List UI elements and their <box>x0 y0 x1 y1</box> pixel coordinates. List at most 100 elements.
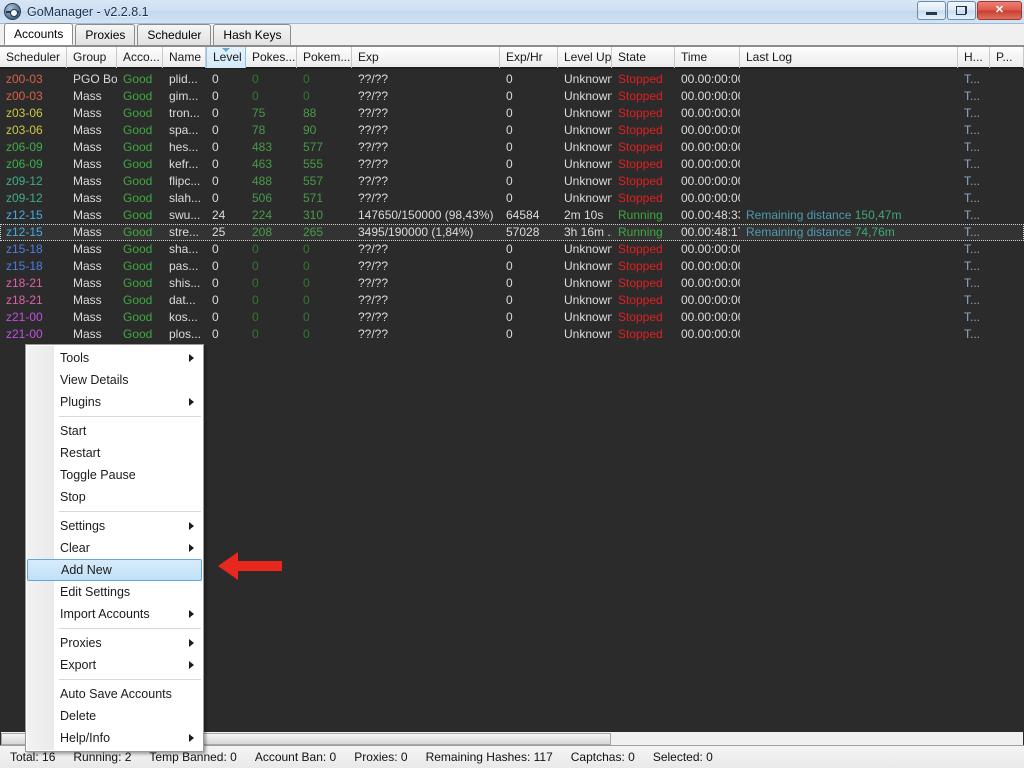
menu-item-export[interactable]: Export <box>26 654 203 676</box>
grid-column-header[interactable]: Exp/Hr <box>500 47 558 68</box>
table-row[interactable]: z00-03 PGO Bot Good plid... 0 0 0 ??/?? 0 Unknown… <box>0 71 1024 88</box>
context-menu[interactable]: Tools View Details Plugins Start Restart Togg… <box>25 344 204 752</box>
table-cell-exphr: 0 <box>506 259 513 273</box>
grid-column-header[interactable]: Group <box>67 47 117 68</box>
menu-item-start[interactable]: Start <box>26 420 203 442</box>
table-row[interactable]: z12-15 Mass Good stre... 25 208 265 3495/190000… <box>0 224 1024 241</box>
table-cell-group: Mass <box>73 276 102 290</box>
table-cell-account: Good <box>123 310 153 324</box>
grid-column-header-label: Exp/Hr <box>506 50 543 64</box>
table-cell-group: Mass <box>73 140 102 154</box>
table-row[interactable]: z09-12 Mass Good flipc... 0 488 557 ??/?? 0 Unkno… <box>0 173 1024 190</box>
submenu-chevron-icon <box>189 354 194 362</box>
tab-proxies[interactable]: Proxies <box>75 24 136 45</box>
grid-column-header[interactable]: H... <box>958 47 990 68</box>
menu-item-add-new[interactable]: Add New <box>27 559 202 581</box>
table-cell-name: tron... <box>169 106 200 120</box>
status-captchas: Captchas: 0 <box>570 750 635 764</box>
table-cell-state: Stopped <box>618 293 663 307</box>
menu-item-clear[interactable]: Clear <box>26 537 203 559</box>
tab-hash-keys[interactable]: Hash Keys <box>213 24 292 45</box>
menu-item-auto-save-accounts[interactable]: Auto Save Accounts <box>26 683 203 705</box>
table-row[interactable]: z06-09 Mass Good kefr... 0 463 555 ??/?? 0 Unknow… <box>0 156 1024 173</box>
table-cell-group: Mass <box>73 225 102 239</box>
minimize-button[interactable] <box>917 1 946 20</box>
table-row[interactable]: z03-06 Mass Good tron... 0 75 88 ??/?? 0 Unknown S… <box>0 105 1024 122</box>
grid-column-header[interactable]: State <box>612 47 675 68</box>
table-cell-time: 00.00:00:00 <box>681 293 740 307</box>
table-row[interactable]: z15-18 Mass Good sha... 0 0 0 ??/?? 0 Unknown Stop… <box>0 241 1024 258</box>
menu-item-edit-settings[interactable]: Edit Settings <box>26 581 203 603</box>
grid-column-header[interactable]: Name <box>163 47 206 68</box>
table-cell-account: Good <box>123 327 153 341</box>
table-cell-hash: T... <box>964 208 981 222</box>
table-cell-account: Good <box>123 72 153 86</box>
table-cell-pokemon: 571 <box>303 191 324 205</box>
table-cell-exphr: 0 <box>506 327 513 341</box>
tab-accounts[interactable]: Accounts <box>4 23 74 45</box>
table-row[interactable]: z18-21 Mass Good dat... 0 0 0 ??/?? 0 Unknown Stop… <box>0 292 1024 309</box>
table-cell-level: 0 <box>212 191 219 205</box>
menu-item-plugins[interactable]: Plugins <box>26 391 203 413</box>
table-cell-lastlog <box>740 326 958 343</box>
menu-item-label: Delete <box>60 709 97 723</box>
grid-column-header[interactable]: Level <box>206 47 246 68</box>
table-cell-hash: T... <box>964 72 981 86</box>
table-row[interactable]: z21-00 Mass Good kos... 0 0 0 ??/?? 0 Unknown Stop… <box>0 309 1024 326</box>
grid-column-header[interactable]: Last Log <box>740 47 958 68</box>
table-cell-exp: ??/?? <box>358 327 389 341</box>
table-cell-state: Stopped <box>618 72 663 86</box>
table-row[interactable]: z09-12 Mass Good slah... 0 506 571 ??/?? 0 Unknow… <box>0 190 1024 207</box>
menu-item-restart[interactable]: Restart <box>26 442 203 464</box>
table-cell-exphr: 0 <box>506 174 513 188</box>
menu-item-import-accounts[interactable]: Import Accounts <box>26 603 203 625</box>
grid-column-header[interactable]: P... <box>990 47 1024 68</box>
menu-item-settings[interactable]: Settings <box>26 515 203 537</box>
table-row[interactable]: z12-15 Mass Good swu... 24 224 310 147650/15000… <box>0 207 1024 224</box>
table-cell-exphr: 0 <box>506 72 513 86</box>
table-cell-state: Stopped <box>618 157 663 171</box>
table-cell-lastlog <box>740 173 958 190</box>
table-row[interactable]: z06-09 Mass Good hes... 0 483 577 ??/?? 0 Unknown… <box>0 139 1024 156</box>
table-cell-exp: ??/?? <box>358 259 389 273</box>
table-row[interactable]: z18-21 Mass Good shis... 0 0 0 ??/?? 0 Unknown Sto… <box>0 275 1024 292</box>
menu-item-tools[interactable]: Tools <box>26 347 203 369</box>
close-button[interactable]: ✕ <box>977 1 1022 20</box>
menu-item-label: Settings <box>60 519 106 533</box>
table-row[interactable]: z03-06 Mass Good spa... 0 78 90 ??/?? 0 Unknown St… <box>0 122 1024 139</box>
menu-item-proxies[interactable]: Proxies <box>26 632 203 654</box>
grid-column-header[interactable]: Pokes... <box>246 47 297 68</box>
table-cell-exp: ??/?? <box>358 157 389 171</box>
table-cell-group: Mass <box>73 123 102 137</box>
table-cell-state: Stopped <box>618 276 663 290</box>
table-cell-pokemon: 265 <box>303 225 324 239</box>
maximize-button[interactable] <box>947 1 976 20</box>
tab-scheduler[interactable]: Scheduler <box>137 24 212 45</box>
table-cell-exphr: 0 <box>506 89 513 103</box>
menu-item-delete[interactable]: Delete <box>26 705 203 727</box>
table-row[interactable]: z21-00 Mass Good plos... 0 0 0 ??/?? 0 Unknown Sto… <box>0 326 1024 343</box>
table-cell-lastlog: Remaining distance 150,47m <box>740 207 958 224</box>
menu-item-stop[interactable]: Stop <box>26 486 203 508</box>
grid-column-header[interactable]: Acco... <box>117 47 163 68</box>
table-row[interactable]: z15-18 Mass Good pas... 0 0 0 ??/?? 0 Unknown Stop… <box>0 258 1024 275</box>
table-cell-name: plid... <box>169 72 198 86</box>
table-cell-group: Mass <box>73 208 102 222</box>
table-row[interactable]: z00-03 Mass Good gim... 0 0 0 ??/?? 0 Unknown Stop… <box>0 88 1024 105</box>
grid-column-header[interactable]: Time <box>675 47 740 68</box>
grid-column-header[interactable]: Scheduler <box>0 47 67 68</box>
table-cell-levelup: Unknown <box>564 310 612 324</box>
submenu-chevron-icon <box>189 544 194 552</box>
menu-item-help-info[interactable]: Help/Info <box>26 727 203 749</box>
table-cell-exp: ??/?? <box>358 123 389 137</box>
table-cell-scheduler: z18-21 <box>6 293 43 307</box>
menu-item-toggle-pause[interactable]: Toggle Pause <box>26 464 203 486</box>
grid-column-header[interactable]: Exp <box>352 47 500 68</box>
grid-column-header-label: Pokem... <box>303 50 351 64</box>
submenu-chevron-icon <box>189 734 194 742</box>
grid-column-header[interactable]: Level Up <box>558 47 612 68</box>
grid-column-header[interactable]: Pokem... <box>297 47 352 68</box>
menu-item-view-details[interactable]: View Details <box>26 369 203 391</box>
table-cell-pokemon: 90 <box>303 123 317 137</box>
table-cell-proxy <box>990 258 1024 275</box>
